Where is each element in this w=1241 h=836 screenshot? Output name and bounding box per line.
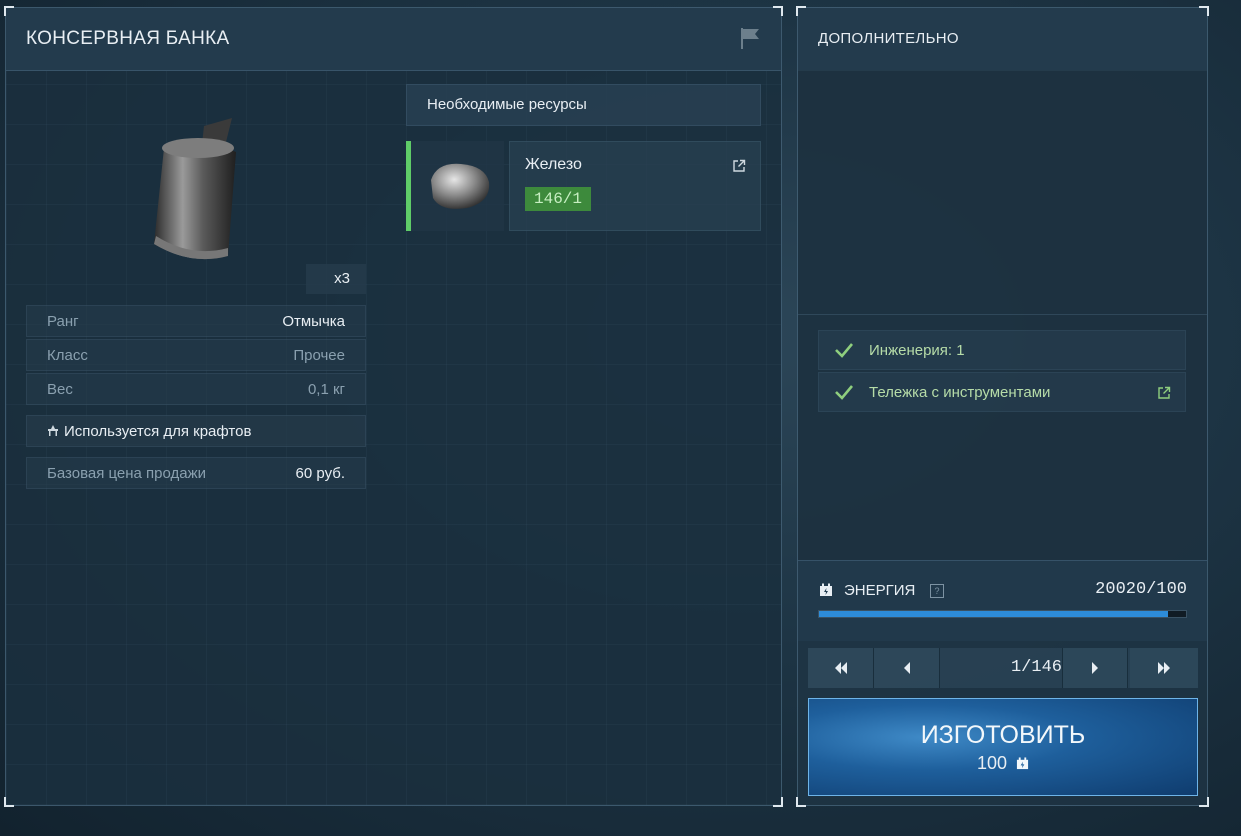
requirement-label: Инженерия: 1 xyxy=(869,342,965,359)
energy-icon xyxy=(1016,757,1029,769)
stat-row-class: Класс Прочее xyxy=(26,339,366,371)
stat-value: 0,1 кг xyxy=(307,381,345,398)
extra-panel: Дополнительно Инженерия: 1 Тележка с инс… xyxy=(796,6,1209,807)
item-title: Консервная банка xyxy=(26,28,230,49)
sell-price-value: 60 руб. xyxy=(295,465,345,482)
checkmark-icon xyxy=(835,343,853,358)
first-page-button[interactable] xyxy=(808,648,874,688)
pager: 1/146 xyxy=(808,648,1198,688)
stat-label: Вес xyxy=(47,381,73,398)
requirement-row: Инженерия: 1 xyxy=(818,330,1186,370)
workbench-icon xyxy=(48,425,58,436)
next-page-button[interactable] xyxy=(1062,648,1128,688)
requirement-label: Тележка с инструментами xyxy=(869,384,1051,401)
item-header: Консервная банка xyxy=(6,8,781,71)
tin-can-image xyxy=(154,118,236,260)
craft-usage-row[interactable]: Используется для крафтов xyxy=(26,415,366,447)
energy-value: 20020/100 xyxy=(1095,580,1187,599)
flag-icon[interactable] xyxy=(739,26,761,50)
energy-icon xyxy=(820,583,832,596)
resource-card[interactable] xyxy=(406,141,504,231)
sell-price-label: Базовая цена продажи xyxy=(47,465,207,482)
item-quantity: x3 xyxy=(306,264,366,294)
help-icon[interactable]: ? xyxy=(930,584,944,598)
external-link-icon[interactable] xyxy=(732,159,746,173)
last-page-button[interactable] xyxy=(1130,648,1198,688)
resource-count-badge: 146/1 xyxy=(525,187,592,211)
stat-row-rank: Ранг Отмычка xyxy=(26,305,366,337)
extra-body xyxy=(798,70,1207,560)
craft-cost: 100 xyxy=(809,752,1197,774)
checkmark-icon xyxy=(835,385,853,400)
energy-bar xyxy=(818,610,1187,618)
double-chevron-left-icon xyxy=(834,662,847,674)
prev-page-button[interactable] xyxy=(874,648,940,688)
chevron-right-icon xyxy=(1092,662,1098,674)
iron-ore-icon xyxy=(431,163,490,209)
stat-label: Класс xyxy=(47,347,88,364)
craft-button-label: Изготовить xyxy=(920,721,1086,749)
item-panel: Консервная банка x3 Ранг Отмычка Класс П… xyxy=(4,6,783,807)
chevron-left-icon xyxy=(903,662,910,674)
energy-section: Энергия ? 20020/100 xyxy=(798,560,1207,641)
craft-usage-label: Используется для крафтов xyxy=(64,423,252,440)
requirement-row[interactable]: Тележка с инструментами xyxy=(818,372,1186,412)
craft-cost-value: 100 xyxy=(976,752,1008,773)
craft-button[interactable]: Изготовить 100 xyxy=(808,698,1198,796)
extra-header: Дополнительно xyxy=(798,8,1207,71)
stat-value: Прочее xyxy=(293,347,345,364)
sell-price-row: Базовая цена продажи 60 руб. xyxy=(26,457,366,489)
external-link-icon[interactable] xyxy=(1157,386,1171,400)
extra-title: Дополнительно xyxy=(818,30,959,47)
stat-label: Ранг xyxy=(47,313,79,330)
resource-info: Железо 146/1 xyxy=(509,141,761,231)
stat-value: Отмычка xyxy=(282,313,345,330)
stat-row-weight: Вес 0,1 кг xyxy=(26,373,366,405)
double-chevron-right-icon xyxy=(1158,662,1170,674)
page-indicator: 1/146 xyxy=(1010,658,1062,677)
resource-name: Железо xyxy=(525,156,582,173)
energy-label: Энергия xyxy=(844,582,916,599)
energy-bar-fill xyxy=(819,611,1168,617)
resources-header: Необходимые ресурсы xyxy=(406,84,761,126)
